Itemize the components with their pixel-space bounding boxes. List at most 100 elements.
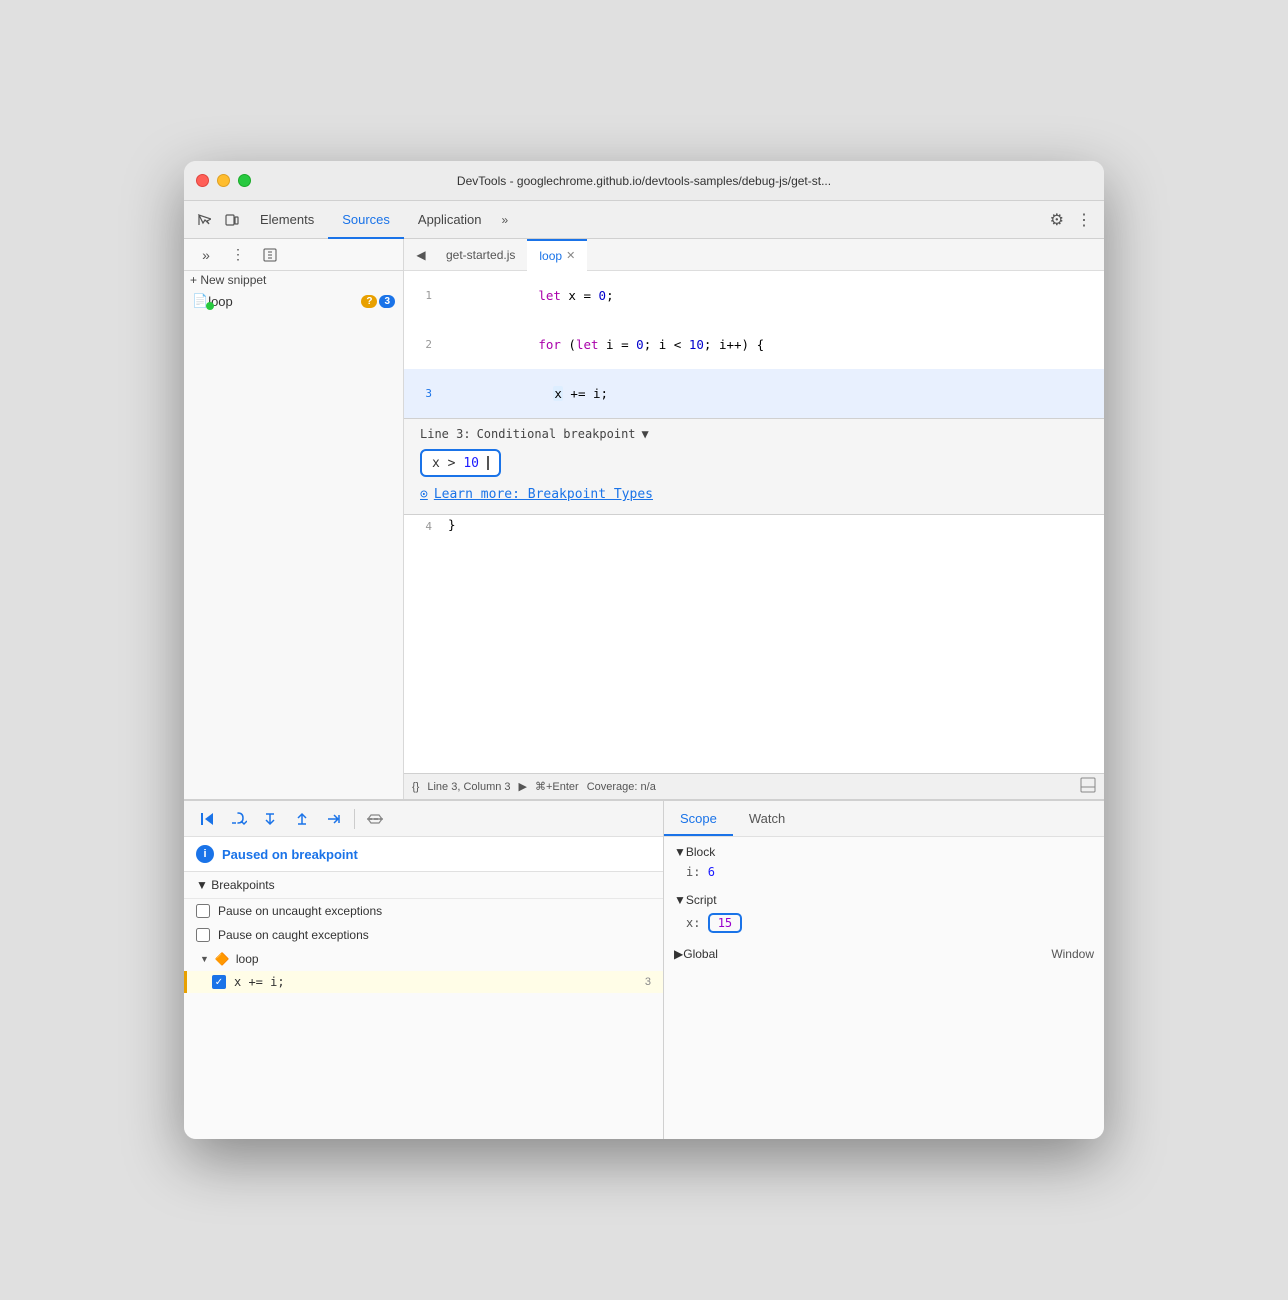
title-bar: DevTools - googlechrome.github.io/devtoo… [184, 161, 1104, 201]
resume-button[interactable] [194, 807, 218, 831]
cursor-position: Line 3, Column 3 [427, 781, 510, 793]
dots-vertical-icon[interactable]: ⋮ [224, 241, 252, 269]
deactivate-breakpoints-button[interactable] [363, 807, 387, 831]
scope-tabs: Scope Watch [664, 801, 1104, 837]
pause-caught-checkbox[interactable] [196, 928, 210, 942]
tab-elements[interactable]: Elements [246, 201, 328, 239]
format-btn[interactable]: {} [412, 781, 419, 793]
global-value: Window [1051, 947, 1094, 961]
bottom-panel: i Paused on breakpoint ▼ Breakpoints Pau… [184, 799, 1104, 1139]
block-header[interactable]: ▼Block [664, 841, 1104, 863]
code-line-3: 3 x += i; [404, 369, 1104, 418]
step-over-button[interactable] [226, 807, 250, 831]
breakpoint-left-bar [184, 971, 187, 993]
editor-back-btn[interactable]: ◀ [408, 242, 434, 268]
tab-scope[interactable]: Scope [664, 801, 733, 836]
breakpoints-section-header[interactable]: ▼ Breakpoints [184, 872, 663, 899]
code-content-3[interactable]: x += i; [440, 369, 1104, 418]
line-num-4: 4 [404, 515, 440, 537]
bp-type-label: Conditional breakpoint [477, 427, 636, 441]
block-label: ▼Block [674, 845, 715, 859]
step-button[interactable] [322, 807, 346, 831]
more-options-icon[interactable]: ⋮ [1070, 210, 1098, 230]
editor-area: ◀ get-started.js loop ✕ 1 let x = 0; [404, 239, 1104, 799]
global-scope: ▶Global Window [664, 939, 1104, 969]
code-line-4: 4 } [404, 515, 1104, 537]
script-label: ▼Script [674, 893, 717, 907]
breakpoint-panel: Line 3: Conditional breakpoint ▼ x > 10 … [404, 418, 1104, 515]
breakpoints-label: ▼ Breakpoints [196, 878, 275, 892]
breakpoint-code: x += i; [234, 975, 637, 989]
new-snippet-button[interactable]: + New snippet [184, 271, 403, 289]
code-content-4[interactable]: } [440, 515, 1104, 537]
step-out-button[interactable] [290, 807, 314, 831]
debug-panel: i Paused on breakpoint ▼ Breakpoints Pau… [184, 801, 664, 1139]
tab-get-started[interactable]: get-started.js [434, 239, 527, 271]
loop-section[interactable]: ▼ 🔶 loop [184, 947, 663, 971]
devtools-window: DevTools - googlechrome.github.io/devtoo… [184, 161, 1104, 1139]
chevron-right-icon[interactable]: » [192, 241, 220, 269]
breakpoint-line: 3 [645, 976, 651, 988]
toolbar-separator [354, 809, 355, 829]
bp-header: Line 3: Conditional breakpoint ▼ [420, 427, 1088, 441]
script-header[interactable]: ▼Script [664, 889, 1104, 911]
tab-sources[interactable]: Sources [328, 201, 404, 239]
count-badge: 3 [379, 295, 395, 308]
coverage-label: Coverage: n/a [587, 781, 656, 793]
code-content-2[interactable]: for (let i = 0; i < 10; i++) { [440, 320, 1104, 369]
device-toolbar-icon[interactable] [218, 206, 246, 234]
global-header[interactable]: ▶Global Window [664, 943, 1104, 965]
sidebar: » ⋮ + New snippet 📄 loop ? 3 [184, 239, 404, 799]
info-icon: i [196, 845, 214, 863]
close-button[interactable] [196, 174, 209, 187]
window-title: DevTools - googlechrome.github.io/devtoo… [457, 174, 831, 188]
back-button[interactable] [256, 241, 284, 269]
line-num-2: 2 [404, 320, 440, 369]
bp-line-label: Line 3: [420, 427, 471, 441]
new-snippet-label: + New snippet [190, 273, 266, 287]
code-line-1: 1 let x = 0; [404, 271, 1104, 320]
pause-banner: i Paused on breakpoint [184, 837, 663, 872]
editor-tabs: ◀ get-started.js loop ✕ [404, 239, 1104, 271]
loop-section-name: loop [236, 952, 259, 966]
select-tool-icon[interactable] [190, 206, 218, 234]
pause-uncaught-checkbox[interactable] [196, 904, 210, 918]
breakpoint-badge: ? [361, 295, 377, 308]
more-tabs-btn[interactable]: » [496, 213, 515, 227]
bp-arrow[interactable]: ▼ [642, 427, 649, 441]
loop-triangle: ▼ [200, 954, 209, 964]
tab-application[interactable]: Application [404, 201, 496, 239]
learn-more-link[interactable]: ⊙ Learn more: Breakpoint Types [420, 487, 1088, 502]
cursor [487, 456, 489, 470]
tab-get-started-label: get-started.js [446, 248, 515, 262]
status-bar: {} Line 3, Column 3 ▶ ⌘+Enter Coverage: … [404, 773, 1104, 799]
breakpoint-checkbox[interactable]: ✓ [212, 975, 226, 989]
settings-icon[interactable]: ⚙ [1044, 210, 1070, 230]
maximize-button[interactable] [238, 174, 251, 187]
tab-watch[interactable]: Watch [733, 801, 801, 836]
line-num-3: 3 [404, 369, 440, 418]
bp-input-wrapper: x > 10 [420, 449, 501, 477]
script-scope: ▼Script x: 15 [664, 885, 1104, 939]
code-content-1[interactable]: let x = 0; [440, 271, 1104, 320]
pause-text: Paused on breakpoint [222, 847, 358, 862]
step-into-button[interactable] [258, 807, 282, 831]
global-label: ▶Global [674, 947, 718, 961]
code-line-2: 2 for (let i = 0; i < 10; i++) { [404, 320, 1104, 369]
breakpoint-item[interactable]: ✓ x += i; 3 [184, 971, 663, 993]
block-scope: ▼Block i: 6 [664, 837, 1104, 885]
console-drawer-icon[interactable] [1080, 777, 1096, 796]
tab-close-icon[interactable]: ✕ [566, 249, 575, 262]
sidebar-toolbar: » ⋮ [184, 239, 403, 271]
pause-uncaught-label: Pause on uncaught exceptions [218, 904, 382, 918]
block-i-item: i: 6 [664, 863, 1104, 881]
tab-loop[interactable]: loop ✕ [527, 239, 587, 271]
loop-icon: 🔶 [215, 952, 230, 966]
run-shortcut: ⌘+Enter [535, 780, 579, 793]
pause-uncaught-row: Pause on uncaught exceptions [184, 899, 663, 923]
i-key: i: [686, 865, 700, 879]
sidebar-item-loop[interactable]: 📄 loop ? 3 [184, 289, 403, 313]
minimize-button[interactable] [217, 174, 230, 187]
snippet-name: loop [208, 294, 357, 309]
traffic-lights [196, 174, 251, 187]
